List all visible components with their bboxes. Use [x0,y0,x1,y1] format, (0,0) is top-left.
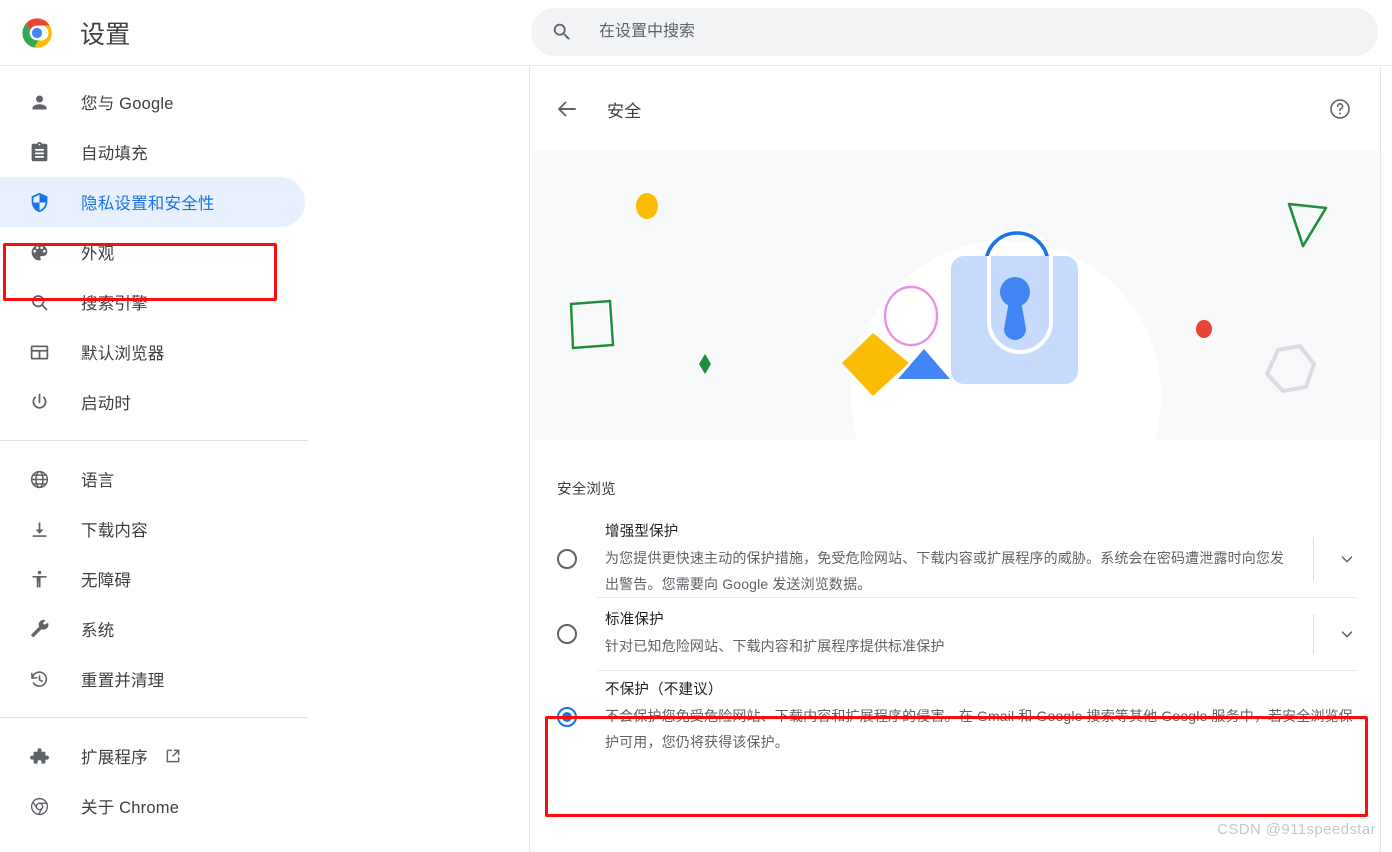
option-standard-protection[interactable]: 标准保护 针对已知危险网站、下载内容和扩展程序提供标准保护 [531,598,1380,670]
sidebar-group-primary: 您与 Google 自动填充 隐私设置和安全性 外观 搜索引擎 默认浏览器 启动… [0,77,529,427]
person-icon [28,91,50,113]
sidebar-item-label: 扩展程序 [81,749,148,767]
open-in-new-icon[interactable] [164,747,182,765]
option-enhanced-protection[interactable]: 增强型保护 为您提供更快速主动的保护措施，免受危险网站、下载内容或扩展程序的威胁… [531,521,1380,597]
sidebar-item-appearance[interactable]: 外观 [0,227,305,277]
sidebar-divider [0,440,308,441]
chevron-down-icon[interactable] [1314,625,1380,643]
sidebar-item-label: 自动填充 [81,145,148,163]
page-title: 安全 [607,101,642,121]
radio-enhanced-protection[interactable] [557,549,577,569]
right-gutter [1381,67,1392,852]
option-description: 不会保护您免受危险网站、下载内容和扩展程序的侵害。在 Gmail 和 Googl… [605,708,1353,750]
sidebar-item-label: 隐私设置和安全性 [81,195,215,213]
browser-window-icon [28,341,50,363]
sidebar-item-label: 外观 [81,245,115,263]
search-icon [28,291,50,313]
sidebar-item-label: 默认浏览器 [81,345,165,363]
option-title: 标准保护 [605,612,664,628]
search-input[interactable] [597,22,1297,42]
watermark: CSDN @911speedstar [1217,821,1376,838]
accessibility-icon [28,568,50,590]
back-arrow-icon[interactable] [555,97,579,121]
app-title: 设置 [80,20,131,49]
sidebar-item-label: 语言 [81,472,115,490]
sidebar-item-you-and-google[interactable]: 您与 Google [0,77,305,127]
chrome-logo-icon [21,17,53,49]
sidebar-item-reset-and-cleanup[interactable]: 重置并清理 [0,654,305,704]
download-icon [28,518,50,540]
chrome-icon [28,795,50,817]
security-page-card: 安全 安全浏览 增强型保护 为您提供更快速主动的保护措施，免受危险网站、下载内容… [531,67,1381,852]
sidebar-item-downloads[interactable]: 下载内容 [0,504,305,554]
chevron-down-icon[interactable] [1314,550,1380,568]
radio-standard-protection[interactable] [557,624,577,644]
option-text: 标准保护 针对已知危险网站、下载内容和扩展程序提供标准保护 [605,609,1313,659]
globe-icon [28,468,50,490]
sidebar-item-languages[interactable]: 语言 [0,454,305,504]
sidebar-item-label: 关于 Chrome [81,799,180,817]
sidebar-item-system[interactable]: 系统 [0,604,305,654]
main-content: 安全 安全浏览 增强型保护 为您提供更快速主动的保护措施，免受危险网站、下载内容… [531,67,1392,852]
search-icon [551,21,573,43]
wrench-icon [28,618,50,640]
sidebar-divider-2 [0,717,308,718]
option-description: 为您提供更快速主动的保护措施，免受危险网站、下载内容或扩展程序的威胁。系统会在密… [605,550,1285,592]
sidebar-group-advanced: 语言 下载内容 无障碍 系统 重置并清理 [0,454,529,704]
sidebar-item-label: 系统 [81,622,115,640]
option-title: 增强型保护 [605,524,679,540]
clipboard-icon [28,141,50,163]
puzzle-icon [28,745,50,767]
search-box[interactable] [531,8,1378,56]
shield-icon [28,191,50,213]
sidebar-item-label: 您与 Google [81,95,174,113]
option-description: 针对已知危险网站、下载内容和扩展程序提供标准保护 [605,638,945,654]
sidebar-item-about-chrome[interactable]: 关于 Chrome [0,781,305,831]
option-no-protection[interactable]: 不保护（不建议） 不会保护您免受危险网站、下载内容和扩展程序的侵害。在 Gmai… [531,671,1380,763]
option-text: 增强型保护 为您提供更快速主动的保护措施，免受危险网站、下载内容或扩展程序的威胁… [605,521,1313,597]
sidebar-item-on-startup[interactable]: 启动时 [0,377,305,427]
sidebar-item-label: 无障碍 [81,572,132,590]
sidebar-group-footer: 扩展程序 关于 Chrome [0,731,529,831]
palette-icon [28,241,50,263]
sidebar-item-label: 启动时 [81,395,132,413]
radio-no-protection[interactable] [557,707,577,727]
security-lock-illustration [531,151,1380,440]
section-title-safe-browsing: 安全浏览 [557,482,616,498]
top-bar: 设置 [0,0,1392,66]
sidebar-item-autofill[interactable]: 自动填充 [0,127,305,177]
sidebar-item-label: 重置并清理 [81,672,165,690]
sidebar-item-privacy-and-security[interactable]: 隐私设置和安全性 [0,177,305,227]
help-circle-icon[interactable] [1328,97,1352,121]
page-header: 安全 [531,67,1380,151]
sidebar-item-extensions[interactable]: 扩展程序 [0,731,305,781]
option-text: 不保护（不建议） 不会保护您免受危险网站、下载内容和扩展程序的侵害。在 Gmai… [605,679,1380,755]
power-icon [28,391,50,413]
safe-browsing-options: 增强型保护 为您提供更快速主动的保护措施，免受危险网站、下载内容或扩展程序的威胁… [531,521,1380,763]
sidebar-item-label: 搜索引擎 [81,295,148,313]
sidebar-item-search-engine[interactable]: 搜索引擎 [0,277,305,327]
history-restore-icon [28,668,50,690]
sidebar-item-accessibility[interactable]: 无障碍 [0,554,305,604]
settings-sidebar: 您与 Google 自动填充 隐私设置和安全性 外观 搜索引擎 默认浏览器 启动… [0,67,530,852]
option-title: 不保护（不建议） [605,682,723,698]
sidebar-item-default-browser[interactable]: 默认浏览器 [0,327,305,377]
sidebar-item-label: 下载内容 [81,522,148,540]
